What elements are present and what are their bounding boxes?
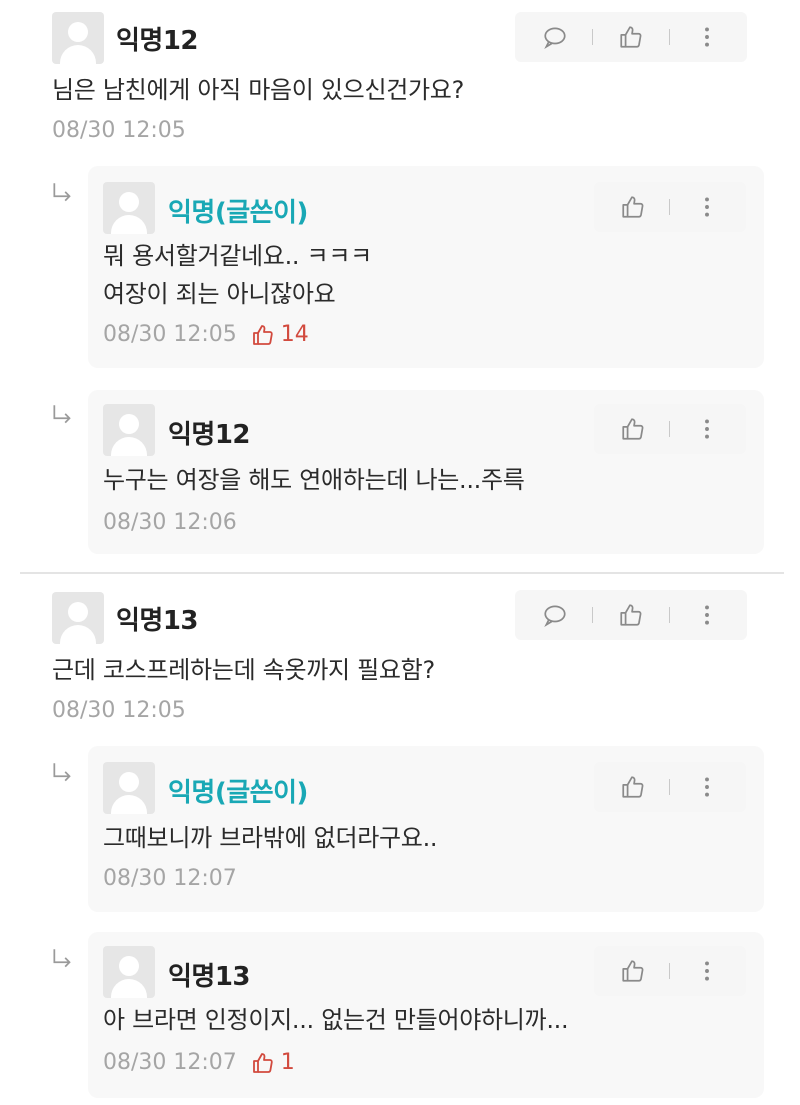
reply-text-line: 그때보니까 브라밖에 없더라구요..: [103, 824, 438, 852]
reply-arrow-icon: [53, 763, 71, 782]
thumbs-up-icon: [620, 604, 642, 626]
more-vertical-icon: [704, 419, 709, 439]
reply-meta: 08/30 12:06: [103, 510, 237, 535]
like-button[interactable]: [613, 19, 649, 55]
like-count: 1: [251, 1050, 295, 1075]
thumbs-up-icon: [622, 776, 644, 798]
like-button[interactable]: [613, 597, 649, 633]
more-button[interactable]: [689, 189, 725, 225]
comment-actions: [515, 12, 747, 62]
like-count-value: 1: [280, 1050, 295, 1075]
more-button[interactable]: [689, 19, 725, 55]
divider: [669, 963, 671, 979]
reply-text-line: 뭐 용서할거같네요.. ㅋㅋㅋ: [103, 242, 372, 270]
timestamp: 08/30 12:05: [103, 322, 237, 347]
like-button[interactable]: [615, 411, 651, 447]
comment-meta: 08/30 12:05: [52, 698, 186, 723]
comment-actions: [515, 590, 747, 640]
speech-bubble-icon: [544, 27, 566, 50]
reply-author: 익명(글쓴이): [168, 198, 308, 228]
timestamp: 08/30 12:05: [52, 118, 186, 143]
timestamp: 08/30 12:06: [103, 510, 237, 535]
reply-button[interactable]: [537, 19, 573, 55]
reply-text-line: 아 브라면 인정이지... 없는건 만들어야하니까...: [103, 1006, 569, 1034]
more-button[interactable]: [689, 953, 725, 989]
like-button[interactable]: [615, 769, 651, 805]
divider: [669, 779, 671, 795]
reply-text-line: 누구는 여장을 해도 연애하는데 나는...주륵: [103, 466, 525, 494]
default-avatar-icon: [52, 12, 104, 64]
reply-arrow-icon: [53, 183, 71, 202]
reply-item: 익명(글쓴이) 뭐 용서할거같네요.. ㅋㅋㅋ 여장이 죄는 아니잖아요 08/…: [88, 166, 764, 368]
divider: [669, 421, 671, 437]
divider: [592, 607, 594, 623]
more-vertical-icon: [705, 27, 710, 47]
comment-meta: 08/30 12:05: [52, 118, 186, 143]
reply-meta: 08/30 12:07 1: [103, 1050, 295, 1075]
reply-item: 익명(글쓴이) 그때보니까 브라밖에 없더라구요.. 08/30 12:07: [88, 746, 764, 912]
comment-author: 익명12: [116, 26, 199, 56]
reply-author: 익명(글쓴이): [168, 778, 308, 808]
more-button[interactable]: [689, 411, 725, 447]
timestamp: 08/30 12:07: [103, 866, 237, 891]
divider: [669, 199, 671, 215]
reply-button[interactable]: [537, 597, 573, 633]
reply-actions: [594, 762, 746, 812]
reply-actions: [594, 946, 746, 996]
reply-item: 익명12 누구는 여장을 해도 연애하는데 나는...주륵 08/30 12:0…: [88, 390, 764, 554]
reply-author: 익명12: [168, 420, 251, 450]
reply-text-line: 여장이 죄는 아니잖아요: [103, 280, 336, 308]
reply-actions: [594, 404, 746, 454]
more-button[interactable]: [689, 769, 725, 805]
timestamp: 08/30 12:07: [103, 1050, 237, 1075]
thumbs-up-icon: [622, 418, 644, 440]
default-avatar-icon: [103, 762, 155, 814]
default-avatar-icon: [103, 404, 155, 456]
thread-divider: [20, 572, 784, 574]
divider: [592, 29, 594, 45]
reply-meta: 08/30 12:07: [103, 866, 237, 891]
speech-bubble-icon: [544, 605, 566, 628]
thumbs-up-icon: [622, 960, 644, 982]
like-count-value: 14: [280, 322, 309, 347]
comment-author: 익명13: [116, 606, 199, 636]
reply-arrow-icon: [53, 949, 71, 968]
more-vertical-icon: [705, 605, 710, 625]
divider: [668, 607, 670, 623]
comment-text: 근데 코스프레하는데 속옷까지 필요함?: [52, 656, 435, 684]
thumbs-up-icon: [620, 26, 642, 48]
default-avatar-icon: [52, 592, 104, 644]
like-count: 14: [251, 322, 309, 347]
default-avatar-icon: [103, 182, 155, 234]
thumbs-up-icon: [252, 1052, 273, 1073]
more-vertical-icon: [704, 961, 709, 981]
comment: 익명13 근데 코스프레하는데 속옷까지 필요함? 08/30 12:05: [0, 576, 800, 736]
default-avatar-icon: [103, 946, 155, 998]
timestamp: 08/30 12:05: [52, 698, 186, 723]
comment: 익명12 님은 남친에게 아직 마음이 있으신건가요? 08/30 12:05: [0, 0, 800, 160]
like-button[interactable]: [615, 189, 651, 225]
more-vertical-icon: [704, 777, 709, 797]
reply-author: 익명13: [168, 962, 251, 992]
divider: [668, 29, 670, 45]
comment-page: 익명12 님은 남친에게 아직 마음이 있으신건가요? 08/30 12:05: [0, 0, 800, 1105]
reply-meta: 08/30 12:05 14: [103, 322, 309, 347]
thumbs-up-icon: [252, 324, 273, 345]
reply-item: 익명13 아 브라면 인정이지... 없는건 만들어야하니까... 08/30 …: [88, 932, 764, 1098]
more-button[interactable]: [689, 597, 725, 633]
reply-actions: [594, 182, 746, 232]
reply-arrow-icon: [53, 405, 71, 424]
comment-text: 님은 남친에게 아직 마음이 있으신건가요?: [52, 76, 465, 104]
thumbs-up-icon: [622, 196, 644, 218]
like-button[interactable]: [615, 953, 651, 989]
more-vertical-icon: [704, 197, 709, 217]
